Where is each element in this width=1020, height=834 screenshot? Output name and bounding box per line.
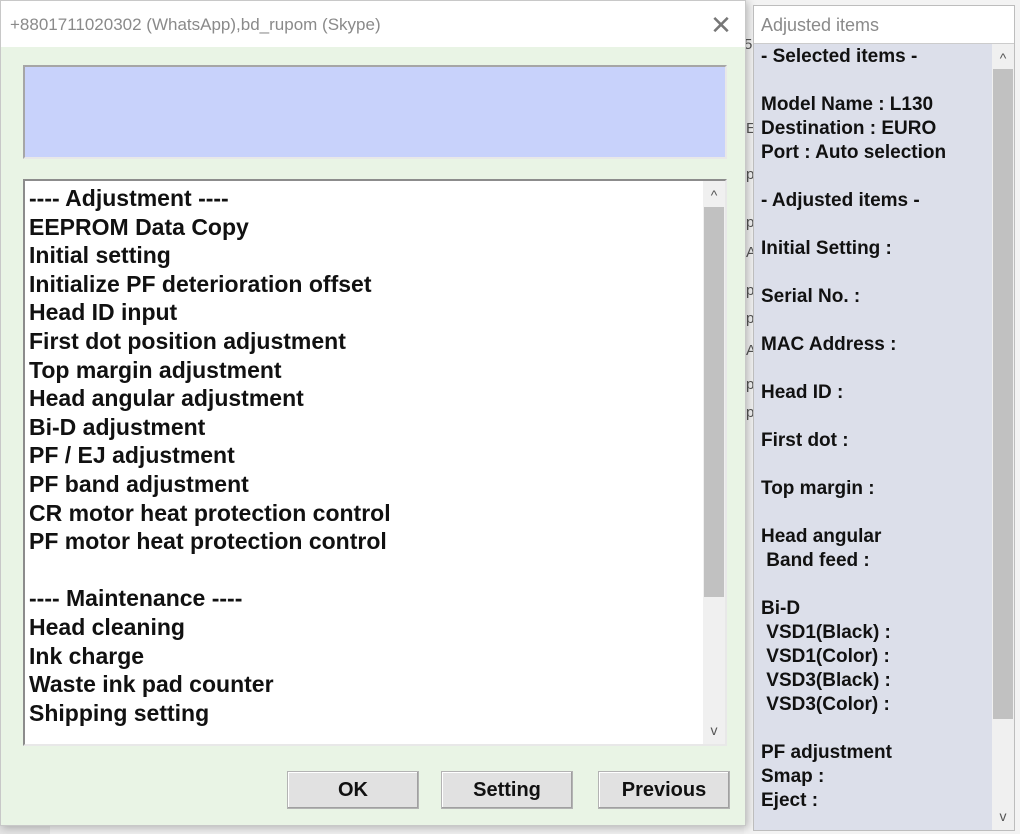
- panel-spacer: [761, 405, 946, 429]
- panel-spacer: [761, 357, 946, 381]
- list-scrollbar-thumb[interactable]: [704, 207, 724, 597]
- panel-line: Head ID :: [761, 382, 844, 403]
- panel-line: Head angular: [761, 526, 882, 547]
- scroll-up-arrow-icon[interactable]: ^: [992, 46, 1014, 70]
- panel-line: Model Name : L130: [761, 94, 934, 115]
- list-scrollbar[interactable]: ^ v: [703, 181, 725, 744]
- panel-spacer: [761, 573, 946, 597]
- panel-line: Eject :: [761, 790, 819, 811]
- close-icon: ✕: [710, 9, 732, 40]
- adjusted-items-scrollbar[interactable]: ^ v: [992, 44, 1014, 830]
- list-item[interactable]: Shipping setting: [29, 699, 703, 728]
- list-section-header[interactable]: ---- Maintenance ----: [29, 584, 703, 613]
- panel-line: MAC Address :: [761, 334, 897, 355]
- panel-line: Band feed :: [761, 550, 870, 571]
- panel-line: Initial Setting :: [761, 238, 892, 259]
- panel-line: - Adjusted items -: [761, 190, 920, 211]
- dialog-title: +8801711020302 (WhatsApp),bd_rupom (Skyp…: [10, 15, 381, 34]
- list-item[interactable]: Bi-D adjustment: [29, 413, 703, 442]
- panel-spacer: [761, 165, 946, 189]
- adjustment-dialog: +8801711020302 (WhatsApp),bd_rupom (Skyp…: [0, 0, 746, 826]
- list-item[interactable]: CR motor heat protection control: [29, 499, 703, 528]
- list-item[interactable]: Initial setting: [29, 241, 703, 270]
- list-item[interactable]: First dot position adjustment: [29, 327, 703, 356]
- list-item[interactable]: Waste ink pad counter: [29, 670, 703, 699]
- panel-line: VSD3(Black) :: [761, 670, 891, 691]
- adjusted-items-panel: Adjusted items - Selected items - Model N…: [753, 5, 1015, 831]
- adjusted-items-lines: - Selected items - Model Name : L130 Desti…: [761, 45, 946, 813]
- panel-spacer: [761, 213, 946, 237]
- scroll-down-arrow-icon[interactable]: v: [703, 718, 725, 742]
- panel-line: Smap :: [761, 766, 825, 787]
- list-item[interactable]: Initialize PF deterioration offset: [29, 270, 703, 299]
- adjusted-items-titlebar[interactable]: Adjusted items: [754, 6, 1014, 44]
- adjusted-items-title: Adjusted items: [761, 15, 880, 35]
- panel-line: - Selected items -: [761, 46, 918, 67]
- panel-line: VSD1(Black) :: [761, 622, 891, 643]
- setting-button[interactable]: Setting: [441, 771, 573, 809]
- panel-line: First dot :: [761, 430, 849, 451]
- panel-line: VSD1(Color) :: [761, 646, 890, 667]
- list-section-header[interactable]: ---- Adjustment ----: [29, 184, 703, 213]
- list-item[interactable]: Head angular adjustment: [29, 384, 703, 413]
- panel-spacer: [761, 717, 946, 741]
- panel-line: Top margin :: [761, 478, 875, 499]
- panel-spacer: [761, 501, 946, 525]
- adjusted-items-scrollbar-thumb[interactable]: [993, 69, 1013, 719]
- list-item[interactable]: EEPROM Data Copy: [29, 213, 703, 242]
- panel-line: Destination : EURO: [761, 118, 937, 139]
- dialog-titlebar[interactable]: +8801711020302 (WhatsApp),bd_rupom (Skyp…: [1, 1, 745, 47]
- adjusted-items-content: - Selected items - Model Name : L130 Desti…: [754, 44, 992, 830]
- adjustment-list-items: ---- Adjustment ---- EEPROM Data Copy Init…: [29, 184, 703, 727]
- panel-spacer: [761, 309, 946, 333]
- list-item[interactable]: PF / EJ adjustment: [29, 441, 703, 470]
- panel-spacer: [761, 453, 946, 477]
- previous-button[interactable]: Previous: [598, 771, 730, 809]
- ok-button[interactable]: OK: [287, 771, 419, 809]
- panel-line: Bi-D: [761, 598, 801, 619]
- panel-line: Serial No. :: [761, 286, 861, 307]
- panel-line: Port : Auto selection: [761, 142, 947, 163]
- panel-line: VSD3(Color) :: [761, 694, 890, 715]
- scroll-up-arrow-icon[interactable]: ^: [703, 183, 725, 207]
- info-display: [23, 65, 727, 159]
- scroll-down-arrow-icon[interactable]: v: [992, 804, 1014, 828]
- list-item[interactable]: PF band adjustment: [29, 470, 703, 499]
- close-button[interactable]: ✕: [701, 7, 741, 43]
- list-item[interactable]: Head ID input: [29, 298, 703, 327]
- adjustment-list[interactable]: ---- Adjustment ---- EEPROM Data Copy Init…: [23, 179, 727, 746]
- panel-line: PF adjustment: [761, 742, 892, 763]
- panel-spacer: [761, 261, 946, 285]
- list-item[interactable]: PF motor heat protection control: [29, 527, 703, 556]
- list-item[interactable]: Ink charge: [29, 642, 703, 671]
- list-item[interactable]: Top margin adjustment: [29, 356, 703, 385]
- list-item[interactable]: Head cleaning: [29, 613, 703, 642]
- panel-spacer: [761, 69, 946, 93]
